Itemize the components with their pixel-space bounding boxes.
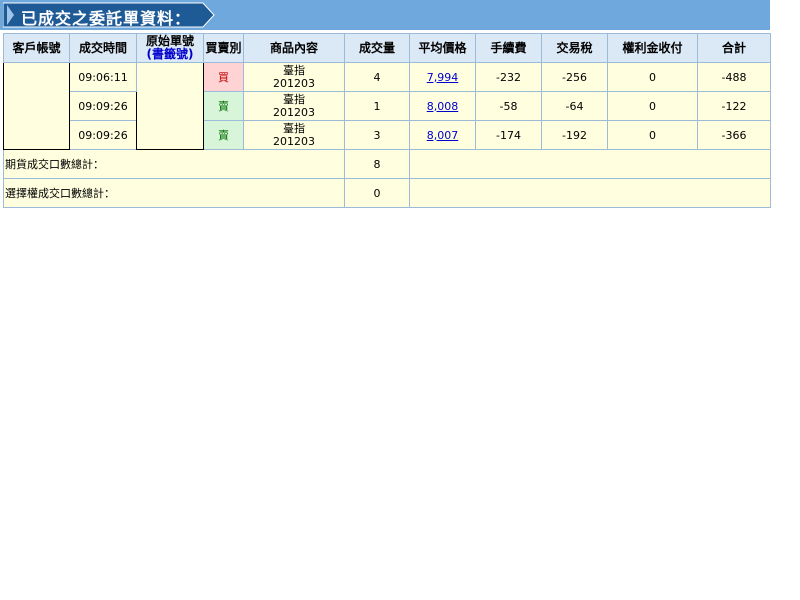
futures-total-value: 8: [344, 149, 410, 179]
time-cell: 09:09:26: [69, 120, 137, 150]
tax-cell: -192: [541, 120, 608, 150]
page-title: 已成交之委託單資料：: [21, 9, 192, 28]
avg-price-link[interactable]: 8,008: [427, 100, 459, 113]
product-cell: 臺指 201203: [243, 120, 345, 150]
qty-cell: 3: [344, 120, 410, 150]
avg-price-cell: 8,007: [409, 120, 476, 150]
col-product: 商品內容: [243, 33, 345, 63]
order-no-cell: [136, 62, 204, 150]
col-fee: 手續費: [475, 33, 542, 63]
time-cell: 09:06:11: [69, 62, 137, 92]
account-cell: [3, 62, 70, 150]
futures-total-row: 期貨成交口數總計： 8: [3, 149, 771, 179]
fee-cell: -174: [475, 120, 542, 150]
product-cell: 臺指 201203: [243, 91, 345, 121]
col-tax: 交易稅: [541, 33, 608, 63]
header-bar: 已成交之委託單資料：: [0, 0, 770, 30]
side-cell: 賣: [203, 91, 244, 121]
tax-cell: -64: [541, 91, 608, 121]
product-cell: 臺指 201203: [243, 62, 345, 92]
avg-price-cell: 8,008: [409, 91, 476, 121]
options-total-row: 選擇權成交口數總計： 0: [3, 178, 771, 208]
options-total-value: 0: [344, 178, 410, 208]
summary-blank: [409, 178, 771, 208]
col-total: 合計: [697, 33, 771, 63]
avg-price-link[interactable]: 8,007: [427, 129, 459, 142]
product-month: 201203: [273, 106, 315, 119]
qty-cell: 1: [344, 91, 410, 121]
side-cell: 買: [203, 62, 244, 92]
product-name: 臺指: [283, 64, 305, 77]
col-account: 客戶帳號: [3, 33, 70, 63]
side-cell: 賣: [203, 120, 244, 150]
product-name: 臺指: [283, 122, 305, 135]
total-cell: -366: [697, 120, 771, 150]
table-row: 09:09:26 賣 臺指 201203 1 8,008 -58 -64 0 -…: [4, 91, 771, 121]
tax-cell: -256: [541, 62, 608, 92]
futures-total-label: 期貨成交口數總計：: [3, 149, 345, 179]
summary-blank: [409, 149, 771, 179]
premium-cell: 0: [607, 91, 698, 121]
col-qty: 成交量: [344, 33, 410, 63]
time-cell: 09:09:26: [69, 91, 137, 121]
avg-price-cell: 7,994: [409, 62, 476, 92]
product-month: 201203: [273, 77, 315, 90]
col-order-no: 原始單號 (書籤號): [136, 33, 204, 63]
table-row: 09:09:26 賣 臺指 201203 3 8,007 -174 -192 0…: [4, 120, 771, 150]
fee-cell: -58: [475, 91, 542, 121]
premium-cell: 0: [607, 62, 698, 92]
title-tab: 已成交之委託單資料：: [3, 2, 215, 28]
options-total-label: 選擇權成交口數總計：: [3, 178, 345, 208]
col-bookmark-label: (書籤號): [146, 47, 194, 61]
fee-cell: -232: [475, 62, 542, 92]
avg-price-link[interactable]: 7,994: [427, 71, 459, 84]
product-month: 201203: [273, 135, 315, 148]
premium-cell: 0: [607, 120, 698, 150]
table-header-row: 客戶帳號 成交時間 原始單號 (書籤號) 買賣別 商品內容 成交量 平均價格 手…: [3, 33, 771, 63]
orders-table: 客戶帳號 成交時間 原始單號 (書籤號) 買賣別 商品內容 成交量 平均價格 手…: [3, 33, 771, 208]
col-avg-price: 平均價格: [409, 33, 476, 63]
col-side: 買賣別: [203, 33, 244, 63]
total-cell: -488: [697, 62, 771, 92]
col-time: 成交時間: [69, 33, 137, 63]
total-cell: -122: [697, 91, 771, 121]
col-premium: 權利金收付: [607, 33, 698, 63]
table-row: 09:06:11 買 臺指 201203 4 7,994 -232 -256 0…: [3, 62, 771, 150]
qty-cell: 4: [344, 62, 410, 92]
product-name: 臺指: [283, 93, 305, 106]
